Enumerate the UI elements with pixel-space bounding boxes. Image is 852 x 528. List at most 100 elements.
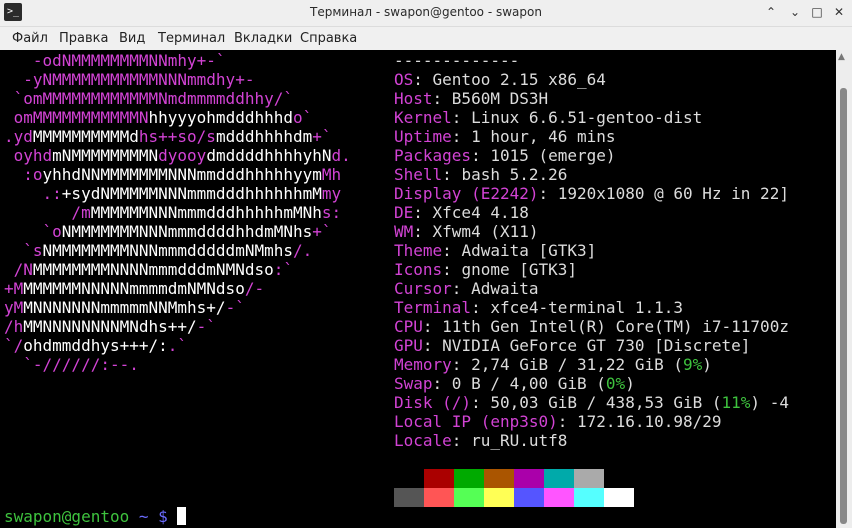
logo-segment: d. <box>331 146 351 165</box>
info-value: Xfce4 4.18 <box>432 203 529 222</box>
logo-segment: `o <box>4 222 62 241</box>
info-value-suffix: ) -4 <box>750 393 789 412</box>
info-key: Icons <box>394 260 443 279</box>
info-key: DE <box>394 203 414 222</box>
info-value: Adwaita <box>471 279 539 298</box>
info-key: Uptime <box>394 127 452 146</box>
maximize-button[interactable]: □ <box>810 5 824 19</box>
logo-line: /mMMMMMMNNNmmmdddhhhhhmMNhs: <box>4 203 341 222</box>
info-key: Locale <box>394 431 452 450</box>
info-line: CPU: 11th Gen Intel(R) Core(TM) i7-11700… <box>394 317 789 336</box>
info-key: Local IP (enp3s0) <box>394 412 558 431</box>
palette-swatch-normal <box>424 469 454 488</box>
menu-tabs[interactable]: Вкладки <box>234 31 292 46</box>
menu-file[interactable]: Файл <box>12 31 48 46</box>
logo-line: -odNMMMMMMMMNNmhy+-` <box>4 51 226 70</box>
logo-segment: Mh <box>321 165 342 184</box>
title-bar: >_ Терминал - swapon@gentoo - swapon ⌃ ⌄… <box>0 0 852 27</box>
info-key: Packages <box>394 146 472 165</box>
info-line: Uptime: 1 hour, 46 mins <box>394 127 616 146</box>
info-line: Memory: 2,74 GiB / 31,22 GiB (9%) <box>394 355 712 374</box>
info-line: Swap: 0 B / 4,00 GiB (0%) <box>394 374 635 393</box>
logo-segment: `omMMMMMMMMMMMMNmdmmmmddhhy/` <box>4 89 293 108</box>
info-line: Host: B560M DS3H <box>394 89 549 108</box>
logo-segment: MMMMMMMMNNNNmmmdddmNMNdso <box>32 260 274 279</box>
info-line: WM: Xfwm4 (X11) <box>394 222 539 241</box>
info-line: Icons: gnome [GTK3] <box>394 260 578 279</box>
info-key: Kernel <box>394 108 452 127</box>
menu-help[interactable]: Справка <box>300 31 357 46</box>
logo-line: omMMMMMMMMMMMNhhyyyohmdddhhhdo` <box>4 108 313 127</box>
scroll-thumb[interactable] <box>840 88 847 524</box>
collapse-button[interactable]: ⌃ <box>764 5 778 19</box>
prompt-symbol: $ <box>158 507 168 526</box>
logo-segment: `s <box>4 241 43 260</box>
info-value: NVIDIA GeForce GT 730 [Discrete] <box>442 336 751 355</box>
logo-line: /NMMMMMMMMNNNNmmmdddmNMNdso:` <box>4 260 293 279</box>
palette-swatch-bright <box>424 488 454 507</box>
prompt-user: swapon@gentoo <box>4 507 130 526</box>
scrollbar[interactable]: ▲ <box>836 50 852 528</box>
info-value: Linux 6.6.51-gentoo-dist <box>471 108 703 127</box>
menu-terminal[interactable]: Терминал <box>158 31 225 46</box>
logo-segment: MMNNNNNNNNMNdhs++/ <box>23 317 197 336</box>
palette-swatch-bright <box>514 488 544 507</box>
logo-segment: omMMMMMMMMMMMN <box>4 108 149 127</box>
info-line: Cursor: Adwaita <box>394 279 539 298</box>
logo-segment: -` <box>196 317 216 336</box>
logo-line: `-//////:--. <box>4 355 139 374</box>
logo-segment: :` <box>273 260 293 279</box>
logo-segment: yhhdNNMMMMMMMNNNmmdddhhhhhyym <box>42 165 322 184</box>
info-value: 0 B / 4,00 GiB ( <box>451 374 606 393</box>
logo-segment: :o <box>4 165 43 184</box>
info-line: Disk (/): 50,03 GiB / 438,53 GiB (11%) -… <box>394 393 789 412</box>
palette-swatch-normal <box>394 469 424 488</box>
info-line: Theme: Adwaita [GTK3] <box>394 241 597 260</box>
logo-line: oyhdmNMMMMMMMMNdyooydmddddhhhhyhNd. <box>4 146 351 165</box>
minimize-button[interactable]: ⌄ <box>788 5 802 19</box>
info-key: Display (E2242) <box>394 184 539 203</box>
info-percent: 11% <box>721 393 751 412</box>
logo-segment: MNNNNNNNmmmmmNNMmhs+/ <box>23 298 226 317</box>
info-line: Local IP (enp3s0): 172.16.10.98/29 <box>394 412 722 431</box>
logo-segment: NMMMMMMMMNNNmmmdddddmNMmhs <box>42 241 293 260</box>
info-value: ------------- <box>394 51 520 70</box>
info-value: gnome [GTK3] <box>461 260 578 279</box>
scroll-up-icon[interactable]: ▲ <box>838 52 845 62</box>
close-button[interactable]: ✕ <box>832 5 846 19</box>
command-prompt[interactable]: swapon@gentoo ~ $ <box>4 507 186 526</box>
palette-swatch-bright <box>544 488 574 507</box>
info-line: GPU: NVIDIA GeForce GT 730 [Discrete] <box>394 336 751 355</box>
info-key: Shell <box>394 165 443 184</box>
info-value: 2,74 GiB / 31,22 GiB ( <box>471 355 683 374</box>
logo-segment: `/ <box>4 336 24 355</box>
menu-view[interactable]: Вид <box>119 31 145 46</box>
info-line: Shell: bash 5.2.26 <box>394 165 568 184</box>
info-line: Display (E2242): 1920x1080 @ 60 Hz in 22… <box>394 184 789 203</box>
logo-segment: MMMMMMNNNNNmmmmdmNMNdso <box>23 279 245 298</box>
logo-line: `omMMMMMMMMMMMMNmdmmmmddhhy/` <box>4 89 293 108</box>
palette-swatch-bright <box>484 488 514 507</box>
logo-segment: /- <box>244 279 265 298</box>
logo-segment: +` <box>312 127 332 146</box>
logo-line: yMMNNNNNNNmmmmmNNMmhs+/-` <box>4 298 245 317</box>
info-key: Host <box>394 89 433 108</box>
menu-edit[interactable]: Правка <box>59 31 108 46</box>
palette-swatch-bright <box>394 488 424 507</box>
info-value: 50,03 GiB / 438,53 GiB ( <box>490 393 722 412</box>
logo-segment: /. <box>292 241 313 260</box>
palette-swatch-normal <box>574 469 604 488</box>
menu-bar: Файл Правка Вид Терминал Вкладки Справка <box>0 27 852 50</box>
logo-segment: -odNMMMMMMMMNNmhy+-` <box>4 51 226 70</box>
info-value-suffix: ) <box>702 355 712 374</box>
logo-segment: my <box>321 184 342 203</box>
logo-segment: MMMMMMMMMMd <box>32 127 139 146</box>
logo-line: /hMMNNNNNNNNMNdhs++/-` <box>4 317 216 336</box>
info-value: ru_RU.utf8 <box>471 431 568 450</box>
logo-segment: /m <box>4 203 91 222</box>
info-value-suffix: ) <box>625 374 635 393</box>
info-line: Locale: ru_RU.utf8 <box>394 431 568 450</box>
info-key: Cursor <box>394 279 452 298</box>
logo-segment: .yd <box>4 127 33 146</box>
terminal-output[interactable]: -odNMMMMMMMMNNmhy+-` -yNMMMMMMMMMMMNNNmm… <box>0 50 836 528</box>
